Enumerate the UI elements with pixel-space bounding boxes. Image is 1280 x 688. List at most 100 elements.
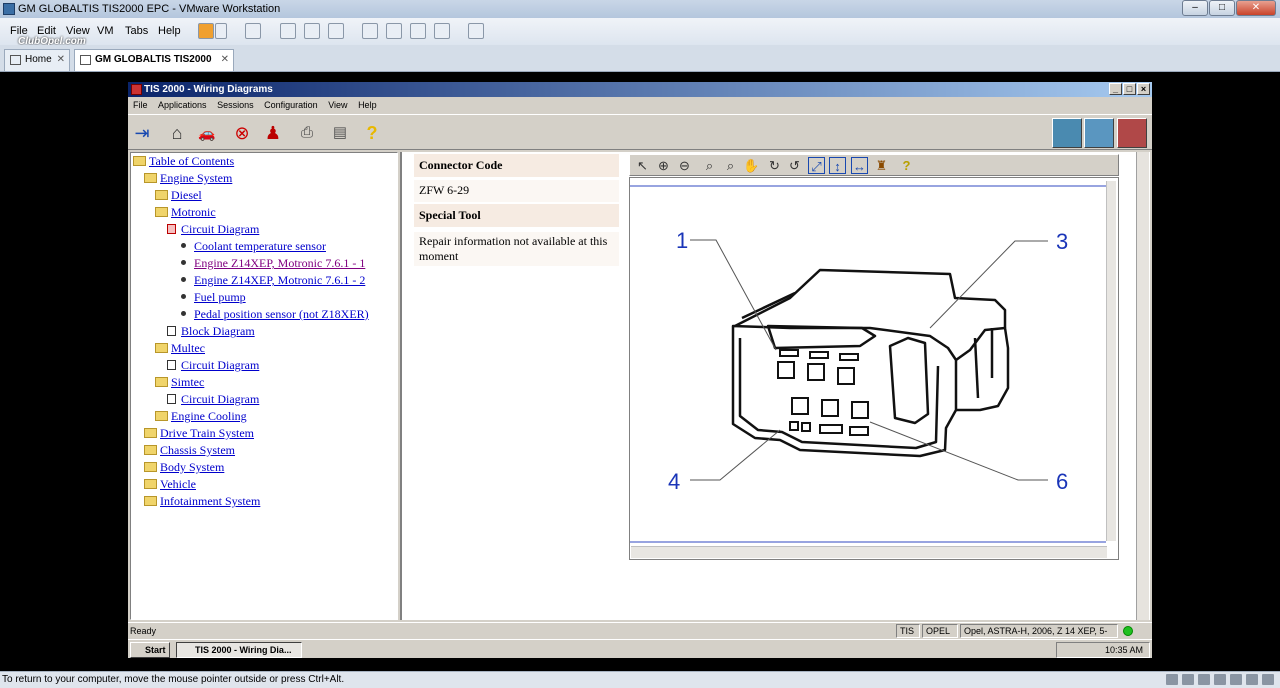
tree-item-label[interactable]: Multec <box>171 341 205 355</box>
chevron-down-icon[interactable] <box>215 23 227 39</box>
printer-icon[interactable] <box>1198 674 1210 685</box>
tree-item[interactable]: Multec <box>155 340 205 357</box>
pan-icon[interactable]: ✋ <box>743 157 760 174</box>
tis-menu-view[interactable]: View <box>328 100 347 110</box>
select-icon[interactable]: ↖ <box>634 157 651 174</box>
zoom-window-icon[interactable]: ⌕ <box>722 157 739 174</box>
send-keys-icon[interactable] <box>245 23 261 39</box>
tree-item-label[interactable]: Body System <box>160 460 224 474</box>
tree-item-label[interactable]: Motronic <box>171 205 216 219</box>
print-icon[interactable]: ⎙ <box>295 121 319 145</box>
tis-close-button[interactable]: × <box>1137 83 1150 95</box>
tree-item-label[interactable]: Coolant temperature sensor <box>194 239 326 253</box>
zoom-in-icon[interactable]: ⊕ <box>655 157 672 174</box>
message-icon[interactable] <box>1262 674 1274 685</box>
tree-item-label[interactable]: Drive Train System <box>160 426 254 440</box>
tree-item-label[interactable]: Table of Contents <box>149 154 234 168</box>
tree-item[interactable]: Infotainment System <box>144 493 260 510</box>
tree-item[interactable]: Engine Z14XEP, Motronic 7.6.1 - 2 <box>181 272 365 289</box>
tree-item[interactable]: Circuit Diagram <box>167 357 259 374</box>
tree-item[interactable]: Body System <box>144 459 224 476</box>
tree-item-label[interactable]: Engine Z14XEP, Motronic 7.6.1 - 2 <box>194 273 365 287</box>
module-2-icon[interactable] <box>1084 118 1114 148</box>
cancel-icon[interactable]: ⊗ <box>230 121 254 145</box>
usb-icon[interactable] <box>1230 674 1242 685</box>
tree-item-label[interactable]: Chassis System <box>160 443 235 457</box>
maximize-button[interactable]: □ <box>1209 0 1235 16</box>
tree-item-label[interactable]: Circuit Diagram <box>181 358 259 372</box>
tree-item[interactable]: Diesel <box>155 187 202 204</box>
tree-item[interactable]: Simtec <box>155 374 204 391</box>
pause-icon[interactable] <box>198 23 214 39</box>
close-tab-icon[interactable]: ✕ <box>57 50 65 70</box>
tree-item[interactable]: Fuel pump <box>181 289 246 306</box>
home-icon[interactable]: ⌂ <box>165 121 189 145</box>
fit-width-icon[interactable]: ↔ <box>851 157 868 174</box>
tis-maximize-button[interactable]: □ <box>1123 83 1136 95</box>
tab-home[interactable]: Home ✕ <box>4 49 70 71</box>
tree-item-label[interactable]: Engine Cooling <box>171 409 247 423</box>
exit-icon[interactable]: ⇥ <box>130 121 154 145</box>
close-button[interactable]: ✕ <box>1236 0 1276 16</box>
tree-item-label[interactable]: Infotainment System <box>160 494 260 508</box>
tree-item[interactable]: Engine Cooling <box>155 408 247 425</box>
diagram-horizontal-scrollbar[interactable] <box>631 546 1107 558</box>
tree-item[interactable]: Drive Train System <box>144 425 254 442</box>
zoom-icon[interactable]: ⌕ <box>701 157 718 174</box>
sound-icon[interactable] <box>1214 674 1226 685</box>
close-tab-icon[interactable]: ✕ <box>221 50 229 70</box>
revert-snapshot-icon[interactable] <box>304 23 320 39</box>
tis-menu-configuration[interactable]: Configuration <box>264 100 318 110</box>
minimize-button[interactable]: – <box>1182 0 1208 16</box>
snapshot-manager-icon[interactable] <box>328 23 344 39</box>
console-view-icon[interactable] <box>468 23 484 39</box>
tis-menu-file[interactable]: File <box>133 100 148 110</box>
menu-tabs[interactable]: Tabs <box>125 25 148 37</box>
unity-icon[interactable] <box>434 23 450 39</box>
tree-item[interactable]: Coolant temperature sensor <box>181 238 326 255</box>
snapshot-icon[interactable] <box>280 23 296 39</box>
tis-minimize-button[interactable]: _ <box>1109 83 1122 95</box>
tree-item-label[interactable]: Diesel <box>171 188 202 202</box>
tree-item-label[interactable]: Pedal position sensor (not Z18XER) <box>194 307 369 321</box>
help-icon[interactable]: ? <box>898 157 915 174</box>
tree-item[interactable]: Circuit Diagram <box>167 391 259 408</box>
tree-item-label[interactable]: Vehicle <box>160 477 196 491</box>
start-button[interactable]: Start <box>130 642 170 658</box>
tree-item[interactable]: Motronic <box>155 204 216 221</box>
tree-item[interactable]: Vehicle <box>144 476 196 493</box>
tree-item-label[interactable]: Block Diagram <box>181 324 255 338</box>
tree-item-label[interactable]: Fuel pump <box>194 290 246 304</box>
zoom-out-icon[interactable]: ⊖ <box>676 157 693 174</box>
tis-menu-sessions[interactable]: Sessions <box>217 100 254 110</box>
tree-item-label[interactable]: Circuit Diagram <box>181 392 259 406</box>
help-icon[interactable]: ? <box>360 121 384 145</box>
tree-item-label[interactable]: Engine Z14XEP, Motronic 7.6.1 - 1 <box>194 256 365 270</box>
fit-icon[interactable]: ⤢ <box>808 157 825 174</box>
taskbar-tis-button[interactable]: TIS 2000 - Wiring Dia... <box>176 642 302 658</box>
module-1-icon[interactable] <box>1052 118 1082 148</box>
fit-height-icon[interactable]: ↕ <box>829 157 846 174</box>
viewer-vertical-scrollbar[interactable] <box>1136 152 1149 620</box>
hard-disk-icon[interactable] <box>1166 674 1178 685</box>
tree-item[interactable]: Engine System <box>144 170 232 187</box>
tree-item[interactable]: Pedal position sensor (not Z18XER) <box>181 306 369 323</box>
tis-menu-help[interactable]: Help <box>358 100 377 110</box>
full-screen-icon[interactable] <box>410 23 426 39</box>
settings-icon[interactable]: ♜ <box>873 157 890 174</box>
tree-item-label[interactable]: Engine System <box>160 171 232 185</box>
menu-vm[interactable]: VM <box>97 25 114 37</box>
tab-tis2000[interactable]: GM GLOBALTIS TIS2000 EPC ✕ <box>74 49 234 85</box>
rotate-cw-icon[interactable]: ↻ <box>766 157 783 174</box>
notebook-icon[interactable]: ▤ <box>328 121 352 145</box>
display-icon[interactable] <box>1246 674 1258 685</box>
quick-switch-icon[interactable] <box>386 23 402 39</box>
tree-item[interactable]: Engine Z14XEP, Motronic 7.6.1 - 1 <box>181 255 365 272</box>
module-3-icon[interactable] <box>1117 118 1147 148</box>
tree-item[interactable]: Table of Contents <box>133 153 234 170</box>
tree-item[interactable]: Circuit Diagram <box>167 221 259 238</box>
person-icon[interactable]: ♟ <box>261 121 285 145</box>
tree-item-label[interactable]: Circuit Diagram <box>181 222 259 236</box>
tree-item[interactable]: Chassis System <box>144 442 235 459</box>
menu-help[interactable]: Help <box>158 25 181 37</box>
